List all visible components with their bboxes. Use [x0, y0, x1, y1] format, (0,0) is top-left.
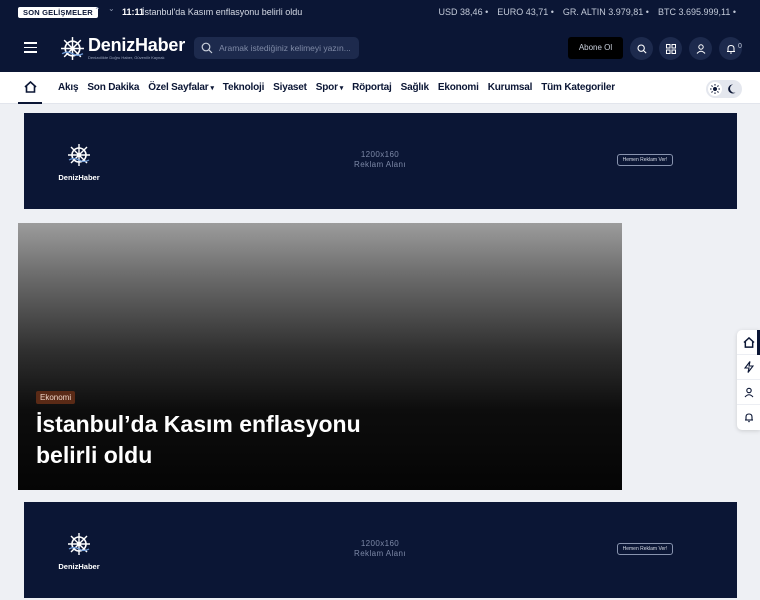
nav-item-son-dakika[interactable]: Son Dakika: [87, 82, 139, 93]
nav-item-tum-kategoriler[interactable]: Tüm Kategoriler: [541, 82, 615, 93]
apps-button[interactable]: [659, 37, 682, 60]
nav-menu: Akış Son Dakika Özel Sayfalar ▾ Teknoloji…: [58, 82, 615, 93]
nav-item-kurumsal[interactable]: Kurumsal: [488, 82, 533, 93]
bell-icon: [744, 413, 753, 423]
toolbar-notifications-button[interactable]: [737, 405, 760, 430]
search-icon: [636, 43, 647, 54]
subscribe-button[interactable]: Abone Ol: [568, 37, 623, 59]
account-button[interactable]: [689, 37, 712, 60]
nav-item-roportaj[interactable]: Röportaj: [352, 82, 392, 93]
toolbar-breaking-button[interactable]: [737, 355, 760, 380]
bell-icon: [726, 44, 735, 54]
nav-item-label: Sağlık: [400, 82, 429, 93]
ad-size-label: 1200x160 Reklam Alanı: [324, 150, 436, 170]
theme-toggle[interactable]: [706, 80, 742, 98]
ticker-next-icon[interactable]: ⌄: [108, 4, 115, 13]
hero-title[interactable]: İstanbul’da Kasım enflasyonu belirli old…: [36, 409, 396, 471]
search-input[interactable]: [219, 37, 357, 59]
nav-item-label: Son Dakika: [87, 82, 140, 93]
ticker-prev-icon[interactable]: ⌃: [94, 6, 101, 15]
user-icon: [744, 387, 753, 397]
ship-wheel-icon: [68, 144, 90, 166]
site-header: DenizHaber Denizcilikte Doğru Haber, Güv…: [0, 24, 760, 72]
ad-logo-name: DenizHaber: [58, 562, 100, 571]
ad-size-text: Reklam Alanı: [354, 160, 406, 169]
ad-logo: DenizHaber: [54, 143, 104, 182]
rate-gold: GR. ALTIN 3.979,81 •: [562, 7, 649, 17]
ticker-headline[interactable]: İstanbul'da Kasım enflasyonu belirli old…: [142, 7, 302, 17]
ad-logo-name: DenizHaber: [58, 173, 100, 182]
search-icon: [201, 42, 213, 54]
search-button[interactable]: [630, 37, 653, 60]
nav-item-saglik[interactable]: Sağlık: [401, 82, 429, 93]
chevron-down-icon: ▾: [210, 85, 214, 92]
nav-item-label: Kurumsal: [487, 82, 533, 93]
user-icon: [696, 43, 705, 54]
ad-logo: DenizHaber: [54, 532, 104, 571]
currency-rates: USD 38,46 • EURO 43,71 • GR. ALTIN 3.979…: [439, 7, 736, 17]
ad-size-label: 1200x160 Reklam Alanı: [324, 539, 436, 559]
sun-icon: [708, 82, 722, 96]
ship-wheel-icon: [61, 36, 84, 60]
nav-item-spor[interactable]: Spor ▾: [315, 82, 344, 93]
logo-name: DenizHaber: [88, 35, 186, 55]
nav-item-label: Akış: [58, 82, 79, 93]
ad-size-text: Reklam Alanı: [354, 549, 406, 558]
nav-item-label: Teknoloji: [222, 82, 265, 93]
nav-item-siyaset[interactable]: Siyaset: [273, 82, 307, 93]
nav-item-label: Siyaset: [273, 82, 307, 93]
nav-item-label: Spor: [315, 82, 338, 93]
ad-cta-button[interactable]: Hemen Reklam Ver!: [617, 543, 673, 555]
breaking-badge: SON GELİŞMELER: [18, 7, 98, 18]
ship-wheel-icon: [68, 533, 90, 555]
ad-banner-bottom[interactable]: DenizHaber 1200x160 Reklam Alanı Hemen R…: [24, 502, 737, 598]
search-box[interactable]: [194, 37, 359, 59]
moon-icon: [728, 84, 736, 94]
home-icon: [23, 81, 37, 93]
nav-item-ozel-sayfalar[interactable]: Özel Sayfalar ▾: [148, 82, 214, 93]
hero-article[interactable]: Ekonomi İstanbul’da Kasım enflasyonu bel…: [18, 223, 622, 490]
logo-tagline: Denizcilikte Doğru Haber, Güvenilir Kayn…: [88, 55, 165, 60]
nav-item-teknoloji[interactable]: Teknoloji: [222, 82, 265, 93]
floating-toolbar: [737, 330, 760, 430]
nav-item-label: Röportaj: [352, 82, 392, 93]
rate-usd: USD 38,46 •: [438, 7, 489, 17]
bolt-icon: [743, 361, 754, 373]
ad-size-dimensions: 1200x160: [360, 539, 400, 548]
chevron-down-icon: ▾: [339, 85, 344, 92]
nav-item-label: Özel Sayfalar: [148, 82, 209, 93]
grid-icon: [665, 43, 676, 54]
nav-item-ekonomi[interactable]: Ekonomi: [438, 82, 479, 93]
toolbar-account-button[interactable]: [737, 380, 760, 405]
ticker-time: 11:11: [122, 7, 145, 17]
home-icon: [742, 336, 755, 348]
notification-count: 0: [738, 43, 742, 50]
nav-item-akis[interactable]: Akış: [58, 82, 79, 93]
nav-item-label: Tüm Kategoriler: [541, 82, 615, 93]
nav-home[interactable]: [18, 72, 42, 104]
menu-icon[interactable]: [24, 42, 37, 53]
nav-item-label: Ekonomi: [437, 82, 479, 93]
rate-euro: EURO 43,71 •: [497, 7, 554, 17]
category-badge[interactable]: Ekonomi: [36, 391, 76, 404]
site-logo[interactable]: DenizHaber Denizcilikte Doğru Haber, Güv…: [60, 34, 185, 62]
ad-banner-top[interactable]: DenizHaber 1200x160 Reklam Alanı Hemen R…: [24, 113, 737, 209]
main-nav: Akış Son Dakika Özel Sayfalar ▾ Teknoloji…: [0, 72, 760, 104]
ad-cta-button[interactable]: Hemen Reklam Ver!: [617, 154, 673, 166]
ticker-bar: SON GELİŞMELER ⌃ ⌄ 11:11 İstanbul'da Kas…: [0, 0, 760, 24]
ad-size-dimensions: 1200x160: [360, 150, 400, 159]
rate-btc: BTC 3.695.999,11 •: [657, 7, 736, 17]
